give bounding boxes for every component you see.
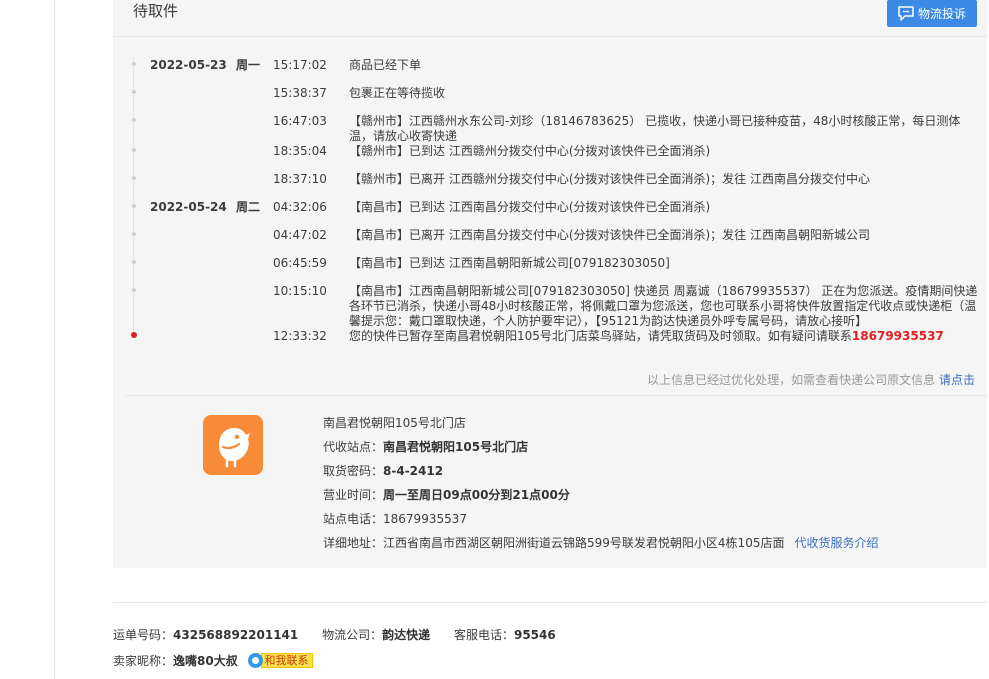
timeline-text: 您的快件已暂存至南昌君悦朝阳105号北门店菜鸟驿站，请凭取货码及时领取。如有疑问… — [349, 329, 852, 343]
timeline-weekday: 周二 — [236, 200, 261, 214]
timeline-time: 12:33:32 — [273, 329, 327, 343]
station-address-row: 详细地址：江西省南昌市西湖区朝阳洲街道云锦路599号联发君悦朝阳小区4栋105店… — [323, 536, 878, 551]
pickup-service-link[interactable]: 代收货服务介绍 — [794, 536, 878, 550]
logistics-complaint-button[interactable]: 物流投诉 — [887, 0, 977, 27]
timeline-text: 【赣州市】已离开 江西赣州分拨交付中心(分拨对该快件已全面消杀)；发往 江西南昌… — [349, 172, 870, 186]
station-address-label: 详细地址： — [323, 536, 384, 550]
timeline-dot — [131, 260, 136, 264]
shipment-info-row: 运单号码：432568892201141 物流公司：韵达快递 客服电话：9554… — [113, 628, 556, 643]
panel-divider — [113, 36, 987, 37]
waybill-number: 432568892201141 — [173, 628, 299, 642]
station-phone-row: 站点电话：18679935537 — [323, 512, 467, 527]
station-name: 南昌君悦朝阳105号北门店 — [323, 416, 466, 430]
timeline-dot — [131, 90, 136, 94]
timeline-line — [133, 58, 134, 338]
left-divider — [54, 0, 55, 679]
seller-row: 卖家昵称：逸嘴80大叔 和我联系 — [113, 653, 313, 669]
logistics-panel: 待取件 物流投诉 2022-05-23 周一 15:17:02 商品已经下单 1… — [113, 0, 987, 568]
contact-seller-button[interactable]: 和我联系 — [247, 653, 313, 668]
cainiao-station-logo — [203, 415, 263, 475]
timeline-time: 15:17:02 — [273, 58, 327, 72]
hotline-number: 95546 — [513, 628, 556, 642]
note-divider — [125, 395, 987, 396]
wangwang-icon — [247, 653, 263, 668]
station-phone-label: 站点电话： — [323, 512, 384, 526]
timeline-time: 06:45:59 — [273, 256, 327, 270]
timeline-dot-current — [130, 332, 137, 338]
seller-nickname: 逸嘴80大叔 — [173, 654, 238, 668]
optimization-note-text: 以上信息已经过优化处理，如需查看快递公司原文信息 — [647, 373, 939, 387]
station-agent-label: 代收站点： — [323, 440, 384, 454]
logistics-complaint-label: 物流投诉 — [918, 7, 967, 21]
timeline-date: 2022-05-23 — [150, 58, 227, 72]
hotline-label: 客服电话： — [453, 628, 514, 642]
pickup-code-label: 取货密码： — [323, 464, 384, 478]
timeline-time: 18:35:04 — [273, 144, 327, 158]
timeline-dot — [131, 62, 136, 66]
timeline-text: 包裹正在等待揽收 — [349, 86, 446, 100]
business-hours-value: 周一至周日09点00分到21点00分 — [383, 488, 570, 502]
timeline-text: 【赣州市】江西赣州水东公司-刘珍（18146783625） 已揽收，快递小哥已接… — [349, 114, 961, 143]
timeline-dot — [131, 148, 136, 152]
business-hours-label: 营业时间： — [323, 488, 384, 502]
timeline-weekday: 周一 — [236, 58, 261, 72]
timeline-dot — [131, 288, 136, 292]
business-hours-row: 营业时间：周一至周日09点00分到21点00分 — [323, 488, 570, 503]
timeline-time: 10:15:10 — [273, 284, 327, 298]
timeline-text: 【赣州市】已到达 江西赣州分拨交付中心(分拨对该快件已全面消杀) — [349, 144, 711, 158]
logistics-timeline: 2022-05-23 周一 15:17:02 商品已经下单 15:38:37 包… — [113, 52, 987, 352]
logistics-company: 韵达快递 — [382, 628, 431, 642]
station-phone-value: 18679935537 — [383, 512, 467, 526]
pickup-code-row: 取货密码：8-4-2412 — [323, 464, 443, 479]
station-agent-value: 南昌君悦朝阳105号北门店 — [383, 440, 529, 454]
timeline-dot — [131, 204, 136, 208]
optimization-note: 以上信息已经过优化处理，如需查看快递公司原文信息 请点击 — [647, 373, 975, 388]
timeline-time: 15:38:37 — [273, 86, 327, 100]
seller-label: 卖家昵称： — [113, 654, 174, 668]
pickup-code-value: 8-4-2412 — [383, 464, 444, 478]
timeline-dot — [131, 232, 136, 236]
complaint-icon — [898, 6, 914, 21]
timeline-text: 【南昌市】江西南昌朝阳新城公司[079182303050] 快递员 周嘉诚（18… — [349, 284, 978, 328]
contact-seller-label: 和我联系 — [260, 653, 313, 668]
timeline-time: 16:47:03 — [273, 114, 327, 128]
timeline-time: 18:37:10 — [273, 172, 327, 186]
timeline-time: 04:32:06 — [273, 200, 327, 214]
timeline-time: 04:47:02 — [273, 228, 327, 242]
panel-title: 待取件 — [133, 2, 179, 20]
station-address-value: 江西省南昌市西湖区朝阳洲街道云锦路599号联发君悦朝阳小区4栋105店面 — [383, 536, 785, 550]
timeline-text-current: 您的快件已暂存至南昌君悦朝阳105号北门店菜鸟驿站，请凭取货码及时领取。如有疑问… — [349, 329, 983, 344]
timeline-text: 商品已经下单 — [349, 58, 422, 72]
timeline-dot — [131, 176, 136, 180]
logistics-company-label: 物流公司： — [322, 628, 383, 642]
bird-icon — [219, 428, 250, 468]
timeline-dot — [131, 118, 136, 122]
station-agent-row: 代收站点：南昌君悦朝阳105号北门店 — [323, 440, 528, 455]
footer-divider — [113, 602, 987, 603]
timeline-text: 【南昌市】已到达 江西南昌分拨交付中心(分拨对该快件已全面消杀) — [349, 200, 711, 214]
waybill-label: 运单号码： — [113, 628, 174, 642]
contact-phone: 18679935537 — [851, 329, 944, 343]
view-original-link[interactable]: 请点击 — [939, 373, 975, 387]
timeline-text: 【南昌市】已离开 江西南昌分拨交付中心(分拨对该快件已全面消杀)；发往 江西南昌… — [349, 228, 870, 242]
timeline-text: 【南昌市】已到达 江西南昌朝阳新城公司[079182303050] — [349, 256, 670, 270]
timeline-date: 2022-05-24 — [150, 200, 227, 214]
